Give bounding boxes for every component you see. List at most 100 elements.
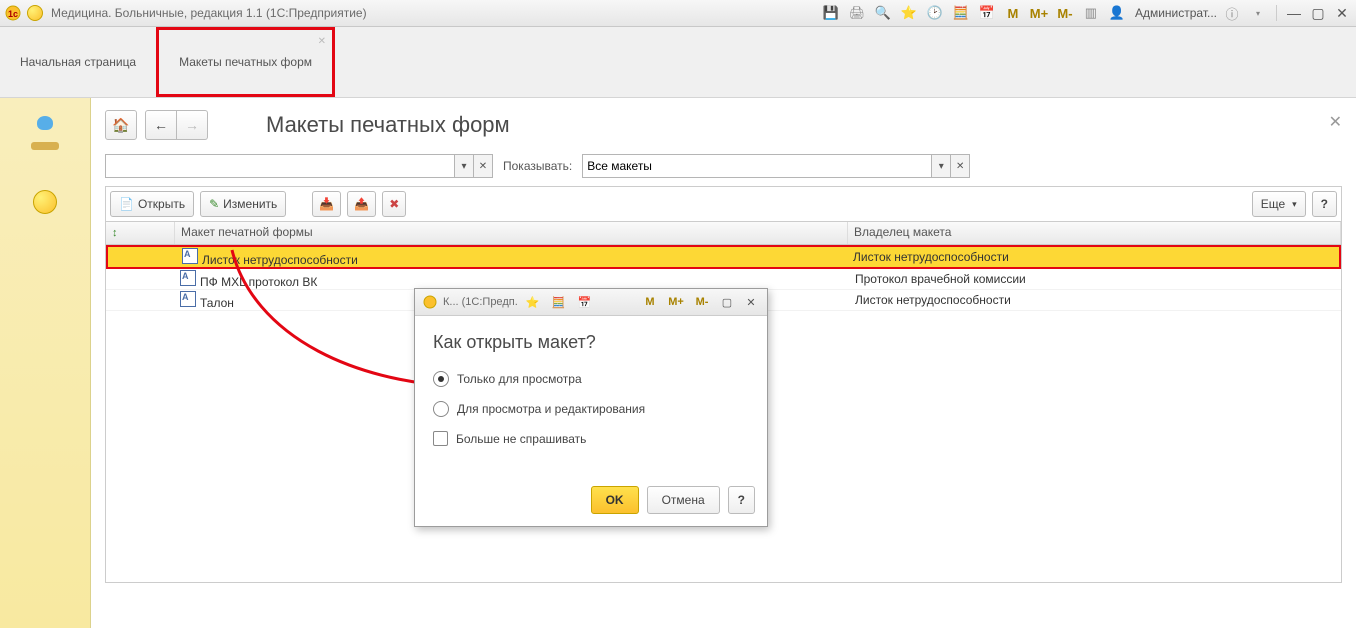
dialog-calculator-icon[interactable]: 🧮 [550, 293, 568, 311]
list-toolbar: 📄 Открыть ✎Изменить 📥 📤 ✖ Еще ▾ ? [105, 186, 1342, 221]
dialog-m-button[interactable]: M [641, 293, 659, 311]
dialog-help-button[interactable]: ? [728, 486, 755, 514]
open-button-label: Открыть [138, 197, 185, 211]
minimize-button[interactable]: — [1285, 4, 1303, 22]
dialog-titlebar: К... (1С:Предп. ⭐ 🧮 📅 M M+ M- ▢ ✕ [415, 289, 767, 316]
preview-icon[interactable]: 🔍 [874, 4, 892, 22]
info-dropdown-icon[interactable]: ▾ [1249, 4, 1267, 22]
save-icon[interactable]: 💾 [822, 4, 840, 22]
radio-view-label: Только для просмотра [457, 372, 582, 386]
app-logo-icon: 1c [4, 4, 22, 22]
radio-view-only[interactable]: Только для просмотра [433, 371, 749, 387]
dialog-mplus-button[interactable]: M+ [667, 293, 685, 311]
dialog-cancel-button[interactable]: Отмена [647, 486, 720, 514]
template-icon [180, 270, 196, 286]
load-icon: 📥 [319, 197, 334, 211]
cell-owner: Протокол врачебной комиссии [849, 271, 1341, 287]
filter-show-input[interactable] [583, 156, 931, 176]
delete-button[interactable]: ✖ [382, 191, 406, 217]
close-button[interactable]: ✕ [1333, 4, 1351, 22]
memory-m-button[interactable]: M [1004, 4, 1022, 22]
dialog-close-button[interactable]: ✕ [742, 293, 760, 311]
calculator-icon[interactable]: 🧮 [952, 4, 970, 22]
table-row[interactable]: Листок нетрудоспособности Листок нетрудо… [106, 245, 1341, 269]
more-button-label: Еще [1261, 197, 1285, 211]
tab-templates-label: Макеты печатных форм [179, 55, 312, 69]
save-template-icon: 📤 [354, 197, 369, 211]
radio-edit-label: Для просмотра и редактирования [457, 402, 645, 416]
checkbox-label: Больше не спрашивать [456, 432, 586, 446]
filter-show-label: Показывать: [503, 159, 572, 173]
dialog-mminus-button[interactable]: M- [693, 293, 711, 311]
dialog-calendar-icon[interactable]: 📅 [576, 293, 594, 311]
tab-templates[interactable]: Макеты печатных форм ✕ [156, 27, 335, 97]
delete-icon: ✖ [389, 197, 399, 211]
sidebar-item-desk[interactable] [21, 110, 69, 158]
filter-row: ▾ ✕ Показывать: ▾ ✕ [105, 154, 1342, 178]
filter-object-input[interactable] [106, 156, 454, 176]
radio-icon [433, 371, 449, 387]
memory-mminus-button[interactable]: M- [1056, 4, 1074, 22]
lamp-icon [25, 114, 65, 154]
tab-home-label: Начальная страница [20, 55, 136, 69]
open-template-dialog: К... (1С:Предп. ⭐ 🧮 📅 M M+ M- ▢ ✕ Как от… [414, 288, 768, 527]
info-icon[interactable]: ⓘ [1223, 4, 1241, 22]
calendar-icon[interactable]: 📅 [978, 4, 996, 22]
filter-object-clear-icon[interactable]: ✕ [473, 155, 492, 177]
help-button[interactable]: ? [1312, 191, 1337, 217]
dialog-heading: Как открыть макет? [433, 332, 749, 353]
dialog-favorite-icon[interactable]: ⭐ [524, 293, 542, 311]
history-icon[interactable]: 🕑 [926, 4, 944, 22]
dropdown-icon[interactable] [26, 4, 44, 22]
templates-table: ↕ Макет печатной формы Владелец макета Л… [105, 221, 1342, 583]
panels-icon[interactable]: ▥ [1082, 4, 1100, 22]
maximize-button[interactable]: ▢ [1309, 4, 1327, 22]
memory-mplus-button[interactable]: M+ [1030, 4, 1048, 22]
filter-object-dropdown-icon[interactable]: ▾ [454, 155, 473, 177]
template-icon [180, 291, 196, 307]
svg-text:1c: 1c [8, 9, 18, 19]
dialog-title: К... (1С:Предп. [443, 296, 518, 308]
ok-label: OK [606, 493, 624, 507]
filter-show-clear-icon[interactable]: ✕ [950, 155, 969, 177]
filter-object-combo[interactable]: ▾ ✕ [105, 154, 493, 178]
open-icon: 📄 [119, 197, 134, 211]
cell-owner: Листок нетрудоспособности [847, 249, 1339, 265]
navigation-tabs: Начальная страница Макеты печатных форм … [0, 27, 1356, 98]
home-button[interactable]: 🏠 [105, 110, 137, 140]
col-template[interactable]: Макет печатной формы [175, 222, 848, 244]
dialog-maximize-button[interactable]: ▢ [718, 293, 736, 311]
favorite-icon[interactable]: ⭐ [900, 4, 918, 22]
tab-close-icon[interactable]: ✕ [318, 36, 326, 47]
tab-home[interactable]: Начальная страница [0, 27, 156, 97]
more-button[interactable]: Еще ▾ [1252, 191, 1306, 217]
filter-show-dropdown-icon[interactable]: ▾ [931, 155, 950, 177]
app-title: Медицина. Больничные, редакция 1.1 (1С:П… [51, 6, 367, 20]
user-icon[interactable]: 👤 [1108, 4, 1126, 22]
page-close-icon[interactable]: ✕ [1329, 112, 1342, 132]
dialog-ok-button[interactable]: OK [591, 486, 639, 514]
edit-button[interactable]: ✎Изменить [200, 191, 286, 217]
print-icon[interactable]: 🖨 [848, 4, 866, 22]
content-area: ✕ 🏠 ← → Макеты печатных форм ▾ ✕ Показыв… [91, 98, 1356, 628]
sidebar-item-functions[interactable] [21, 178, 69, 226]
help-button-label: ? [1321, 197, 1328, 211]
sidebar [0, 98, 91, 628]
back-button[interactable]: ← [145, 110, 177, 140]
filter-show-combo[interactable]: ▾ ✕ [582, 154, 970, 178]
user-label: Администрат... [1135, 6, 1217, 20]
col-icon[interactable]: ↕ [106, 222, 175, 244]
col-owner[interactable]: Владелец макета [848, 222, 1341, 244]
checkbox-icon [433, 431, 448, 446]
table-header: ↕ Макет печатной формы Владелец макета [106, 222, 1341, 245]
load-button[interactable]: 📥 [312, 191, 341, 217]
cell-name: Листок нетрудоспособности [202, 253, 358, 267]
app-titlebar: 1c Медицина. Больничные, редакция 1.1 (1… [0, 0, 1356, 27]
radio-view-edit[interactable]: Для просмотра и редактирования [433, 401, 749, 417]
save-template-button[interactable]: 📤 [347, 191, 376, 217]
forward-button[interactable]: → [177, 110, 208, 140]
open-button[interactable]: 📄 Открыть [110, 191, 194, 217]
table-row[interactable]: ПФ MXL протокол ВК Протокол врачебной ко… [106, 269, 1341, 290]
edit-icon: ✎ [209, 197, 219, 211]
checkbox-dont-ask[interactable]: Больше не спрашивать [433, 431, 749, 446]
